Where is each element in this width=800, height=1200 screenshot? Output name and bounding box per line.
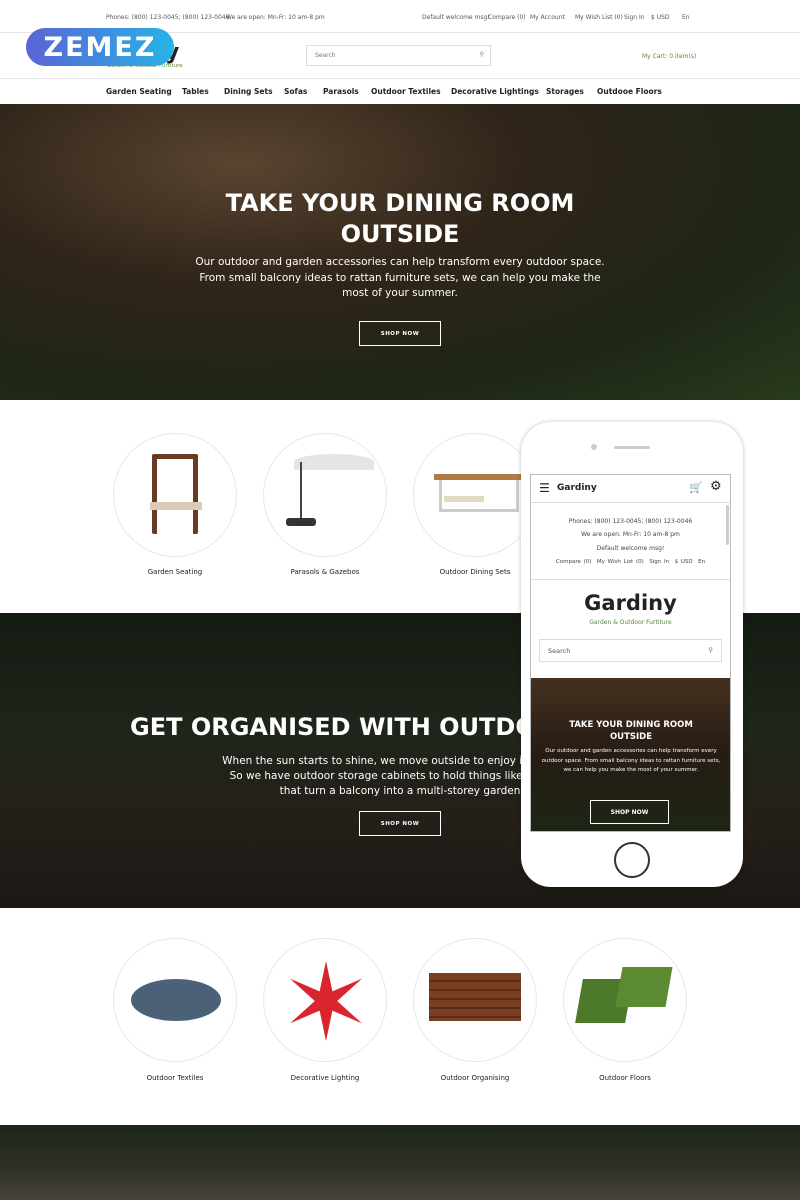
- nav-sofas[interactable]: Sofas: [284, 87, 307, 96]
- cart-link[interactable]: My Cart: 0 item(s): [642, 53, 696, 60]
- divider: [0, 78, 800, 79]
- shop-now-button[interactable]: SHOP NOW: [359, 321, 441, 346]
- compare-link[interactable]: Compare (0): [488, 14, 526, 21]
- search-placeholder: Search: [315, 52, 336, 59]
- mobile-shop-now-button[interactable]: SHOP NOW: [590, 800, 669, 824]
- mobile-wishlist[interactable]: My Wish List (0): [597, 559, 644, 565]
- hero-text: Our outdoor and garden accessories can h…: [195, 256, 605, 299]
- mobile-phones: Phones: (800) 123-0045; (800) 123-0046: [568, 518, 693, 525]
- banner-title: GET ORGANISED WITH OUTDOO: [130, 713, 557, 741]
- category-textiles-image[interactable]: [113, 938, 237, 1062]
- home-button: [614, 842, 650, 878]
- mobile-brand: Gardiny: [557, 483, 597, 493]
- category-parasols-image[interactable]: [263, 433, 387, 557]
- category-garden-seating-image[interactable]: [113, 433, 237, 557]
- hero-title: TAKE YOUR DINING ROOM OUTSIDE: [225, 189, 575, 248]
- category-dining-sets-image[interactable]: [413, 433, 537, 557]
- search-input[interactable]: Search ⚲: [306, 45, 491, 66]
- mobile-compare[interactable]: Compare (0): [556, 559, 592, 565]
- mobile-currency[interactable]: $ USD: [675, 559, 693, 565]
- search-icon[interactable]: ⚲: [708, 646, 713, 654]
- hours-text: We are open: Mn-Fr: 10 am-8 pm: [226, 14, 325, 21]
- category-label[interactable]: Outdoor Floors: [550, 1074, 700, 1082]
- main-nav: Garden Seating Tables Dining Sets Sofas …: [0, 80, 800, 104]
- mobile-hero-text: Our outdoor and garden accessories can h…: [541, 748, 721, 773]
- nav-dining-sets[interactable]: Dining Sets: [224, 87, 273, 96]
- mobile-tagline: Garden & Outdoor Furtiture: [589, 619, 672, 626]
- category-lighting-image[interactable]: [263, 938, 387, 1062]
- mobile-logo: Gardiny: [584, 591, 677, 615]
- category-label[interactable]: Garden Seating: [100, 568, 250, 576]
- mobile-language[interactable]: En: [698, 559, 705, 565]
- gear-icon[interactable]: ⚙: [710, 479, 722, 494]
- nav-decorative-lightings[interactable]: Decorative Lightings: [451, 87, 539, 96]
- mobile-signin[interactable]: Sign In: [649, 559, 669, 565]
- nav-garden-seating[interactable]: Garden Seating: [106, 87, 172, 96]
- category-label[interactable]: Outdoor Organising: [400, 1074, 550, 1082]
- scrollbar[interactable]: [726, 505, 729, 545]
- phones-text: Phones: (800) 123-0045; (800) 123-0046: [106, 14, 230, 21]
- cart-icon[interactable]: 🛒: [689, 481, 703, 494]
- mobile-screen: ☰ Gardiny 🛒 ⚙ Phones: (800) 123-0045; (8…: [530, 474, 731, 832]
- zemez-watermark: ZEMEZ: [26, 28, 174, 66]
- mobile-hero-title: TAKE YOUR DINING ROOM OUTSIDE: [569, 720, 693, 742]
- signin-link[interactable]: Sign In: [624, 14, 645, 21]
- nav-tables[interactable]: Tables: [182, 87, 209, 96]
- wishlist-link[interactable]: My Wish List (0): [575, 14, 623, 21]
- mobile-search-input[interactable]: Search ⚲: [539, 639, 722, 662]
- shop-now-button[interactable]: SHOP NOW: [359, 811, 441, 836]
- hero-banner: TAKE YOUR DINING ROOM OUTSIDE Our outdoo…: [0, 104, 800, 400]
- mobile-hours: We are open: Mn-Fr: 10 am-8 pm: [581, 531, 680, 538]
- mobile-preview: ☰ Gardiny 🛒 ⚙ Phones: (800) 123-0045; (8…: [521, 422, 743, 887]
- mobile-welcome: Default welcome msg!: [596, 545, 665, 552]
- speaker-icon: [614, 446, 650, 449]
- mobile-search-placeholder: Search: [548, 647, 571, 655]
- mobile-links: Compare (0) My Wish List (0) Sign In $ U…: [531, 559, 730, 565]
- category-label[interactable]: Decorative Lighting: [250, 1074, 400, 1082]
- welcome-text: Default welcome msg!: [422, 14, 490, 21]
- currency-dropdown[interactable]: $ USD: [651, 14, 670, 21]
- nav-parasols[interactable]: Parasols: [323, 87, 359, 96]
- nav-outdoor-textiles[interactable]: Outdoor Textiles: [371, 87, 441, 96]
- account-dropdown[interactable]: My Account: [530, 14, 565, 21]
- nav-outdoor-floors[interactable]: Outdooe Floors: [597, 87, 662, 96]
- category-organising-image[interactable]: [413, 938, 537, 1062]
- mobile-hero: TAKE YOUR DINING ROOM OUTSIDE Our outdoo…: [531, 678, 730, 831]
- nav-storages[interactable]: Storages: [546, 87, 584, 96]
- category-label[interactable]: Outdoor Textiles: [100, 1074, 250, 1082]
- language-dropdown[interactable]: En: [682, 14, 690, 21]
- category-floors-image[interactable]: [563, 938, 687, 1062]
- category-label[interactable]: Parasols & Gazebos: [250, 568, 400, 576]
- search-icon[interactable]: ⚲: [480, 51, 484, 58]
- bottom-banner: [0, 1125, 800, 1200]
- hamburger-icon[interactable]: ☰: [539, 481, 550, 495]
- camera-icon: [591, 444, 597, 450]
